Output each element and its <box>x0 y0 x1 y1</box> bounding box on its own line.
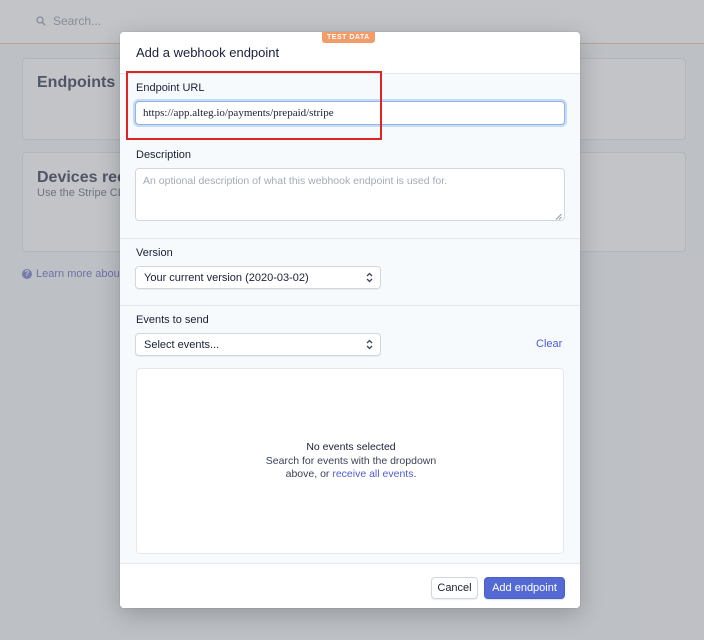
empty-state: No events selected Search for events wit… <box>137 441 565 482</box>
add-endpoint-button[interactable]: Add endpoint <box>484 577 565 599</box>
resize-grip-icon[interactable] <box>555 211 562 220</box>
modal-title: Add a webhook endpoint <box>136 45 280 60</box>
version-label: Version <box>136 247 173 259</box>
events-select-placeholder: Select events... <box>144 339 220 351</box>
modal-header: Add a webhook endpoint TEST DATA <box>120 32 580 74</box>
events-select[interactable]: Select events... <box>135 333 381 356</box>
version-select[interactable]: Your current version (2020-03-02) <box>135 266 381 289</box>
empty-state-title: No events selected <box>306 441 396 453</box>
description-placeholder: An optional description of what this web… <box>143 175 448 187</box>
select-arrows-icon <box>366 272 373 286</box>
cancel-button[interactable]: Cancel <box>431 577 478 599</box>
receive-all-events-link[interactable]: receive all events <box>332 468 413 480</box>
empty-state-line1: Search for events with the dropdown <box>265 454 437 467</box>
events-list-panel: No events selected Search for events wit… <box>136 368 564 554</box>
section-divider <box>120 305 580 306</box>
events-label: Events to send <box>136 314 209 326</box>
description-textarea[interactable]: An optional description of what this web… <box>135 168 565 221</box>
description-label: Description <box>136 149 192 161</box>
empty-state-suffix: . <box>413 468 417 480</box>
empty-state-prefix: above, or <box>285 468 333 480</box>
webhook-modal: Add a webhook endpoint TEST DATA Endpoin… <box>120 32 580 608</box>
version-selected-value: Your current version (2020-03-02) <box>144 272 309 284</box>
section-divider <box>120 238 580 239</box>
clear-events-link[interactable]: Clear <box>536 338 562 350</box>
empty-state-line2: above, or receive all events. <box>137 468 565 482</box>
select-arrows-icon <box>366 339 373 353</box>
endpoint-url-label: Endpoint URL <box>136 82 205 94</box>
modal-footer: Cancel Add endpoint <box>120 563 580 608</box>
endpoint-url-input[interactable]: https://app.alteg.io/payments/prepaid/st… <box>135 101 565 125</box>
test-data-badge: TEST DATA <box>322 32 375 43</box>
